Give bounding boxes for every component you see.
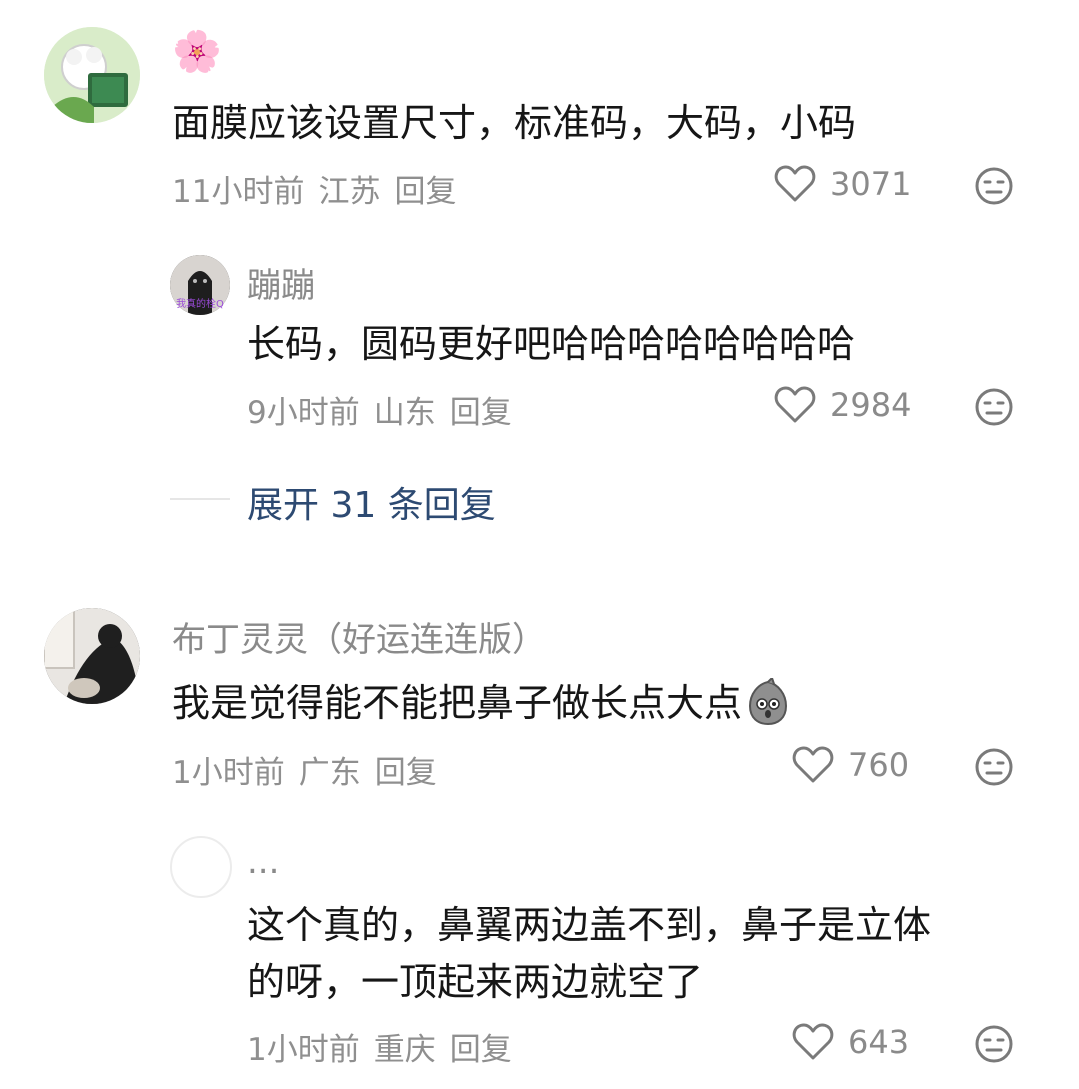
comment-location: 广东: [298, 755, 361, 791]
like-button[interactable]: 643: [792, 1022, 909, 1062]
sheep-avatar-icon: [44, 27, 140, 123]
heart-outline-icon: [792, 746, 834, 783]
comment-time: 9小时前: [247, 395, 360, 431]
heart-outline-icon: [774, 165, 816, 202]
comment-meta: 1小时前 广东 回复: [172, 747, 451, 792]
like-count: 3071: [830, 165, 912, 203]
comment-time: 11小时前: [172, 174, 305, 210]
comment-meta: 1小时前 重庆 回复: [247, 1024, 526, 1069]
comment-text-line: 的呀，一顶起来两边就空了: [247, 960, 704, 1004]
sticker-emoji-icon: [749, 676, 788, 726]
meh-face-icon[interactable]: [974, 747, 1014, 787]
comment-text: 长码，圆码更好吧哈哈哈哈哈哈哈哈: [247, 322, 856, 366]
divider: [170, 498, 230, 500]
reply-button[interactable]: 回复: [450, 395, 512, 431]
like-count: 760: [848, 746, 910, 784]
like-button[interactable]: 3071: [774, 164, 911, 204]
meh-face-icon[interactable]: [974, 166, 1014, 206]
reply-button[interactable]: 回复: [394, 174, 456, 210]
heart-outline-icon: [774, 386, 816, 423]
comment-text: 面膜应该设置尺寸，标准码，大码，小码: [172, 101, 857, 145]
comment-text-content: 我是觉得能不能把鼻子做长点大点: [172, 681, 743, 725]
comment-time: 1小时前: [172, 755, 285, 791]
comment-location: 重庆: [373, 1032, 436, 1068]
photo-avatar-icon: [44, 608, 140, 704]
comment-time: 1小时前: [247, 1032, 360, 1068]
comment-author-name[interactable]: 蹦蹦: [247, 258, 315, 307]
heart-outline-icon: [792, 1023, 834, 1060]
avatar[interactable]: [44, 27, 140, 123]
comment-author-name[interactable]: 🌸: [172, 28, 222, 75]
avatar-caption: 我真的栓Q: [176, 299, 224, 310]
reply-button[interactable]: 回复: [375, 755, 437, 791]
expand-replies-link[interactable]: 展开 31 条回复: [247, 476, 496, 528]
comment-location: 江苏: [318, 174, 381, 210]
comment-text-line: 这个真的，鼻翼两边盖不到，鼻子是立体: [247, 903, 932, 947]
like-count: 643: [848, 1023, 910, 1061]
comment-text: 我是觉得能不能把鼻子做长点大点: [172, 674, 792, 732]
comment-author-name[interactable]: 布丁灵灵（好运连连版）: [172, 612, 546, 661]
comment-meta: 9小时前 山东 回复: [247, 387, 526, 432]
comment-location: 山东: [373, 395, 436, 431]
like-button[interactable]: 760: [792, 745, 909, 785]
avatar[interactable]: [44, 608, 140, 704]
meh-face-icon[interactable]: [974, 387, 1014, 427]
like-button[interactable]: 2984: [774, 385, 911, 425]
meh-face-icon[interactable]: [974, 1024, 1014, 1064]
like-count: 2984: [830, 386, 912, 424]
avatar[interactable]: [170, 836, 232, 898]
reply-button[interactable]: 回复: [450, 1032, 512, 1068]
comment-author-name[interactable]: ...: [247, 842, 279, 882]
comment-meta: 11小时前 江苏 回复: [172, 166, 470, 211]
